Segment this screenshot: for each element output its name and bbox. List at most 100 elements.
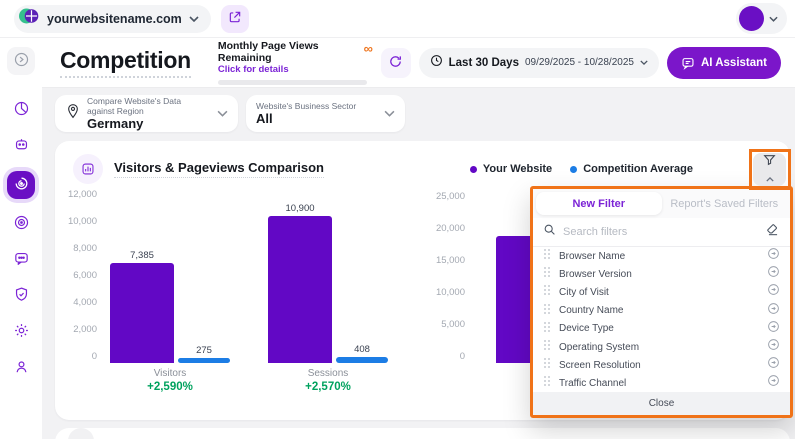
filter-item-country-name[interactable]: Country Name <box>533 302 790 320</box>
chat-bubble-icon <box>13 250 30 270</box>
drag-handle-icon[interactable] <box>543 356 551 374</box>
tab-new-filter[interactable]: New Filter <box>536 192 662 215</box>
arrow-right-circle-icon[interactable] <box>767 356 780 374</box>
right-axis-tick: 20,000 <box>430 223 465 234</box>
legend-item[interactable]: Competition Average <box>570 163 693 175</box>
site-selector[interactable]: yourwebsitename.com <box>14 5 211 33</box>
site-name: yourwebsitename.com <box>47 12 182 26</box>
tab-saved-filters[interactable]: Report's Saved Filters <box>662 192 788 215</box>
drag-handle-icon[interactable] <box>543 320 551 338</box>
filter-item-browser-version[interactable]: Browser Version <box>533 265 790 283</box>
region-pin-icon <box>65 103 81 124</box>
bar-your-website <box>268 216 332 363</box>
ai-chat-icon <box>681 56 695 70</box>
chart-filter-button[interactable] <box>753 153 786 186</box>
sidebar-item-goals[interactable] <box>7 210 35 238</box>
ai-assistant-label: AI Assistant <box>701 57 767 69</box>
page-views-details-link[interactable]: Click for details <box>218 64 367 75</box>
right-axis-tick: 0 <box>430 351 465 362</box>
bar-chart-plot: 12,00010,0008,0006,0004,0002,000025,0002… <box>67 187 537 405</box>
legend-item[interactable]: Your Website <box>470 163 552 175</box>
right-axis-tick: 10,000 <box>430 287 465 298</box>
date-range-picker[interactable]: Last 30 Days 09/29/2025 - 10/28/2025 <box>419 48 659 78</box>
bar-competition-average <box>336 357 388 363</box>
arrow-right-circle-icon[interactable] <box>767 374 780 392</box>
toggle-sidebar-icon <box>13 51 30 71</box>
drag-handle-icon[interactable] <box>543 338 551 356</box>
filter-item-device-type[interactable]: Device Type <box>533 320 790 338</box>
filter-panel-tabs: New Filter Report's Saved Filters <box>533 189 790 218</box>
filter-item-city-of-visit[interactable]: City of Visit <box>533 283 790 301</box>
drag-handle-icon[interactable] <box>543 302 551 320</box>
left-axis-tick: 8,000 <box>67 243 97 254</box>
site-logo-icon <box>18 5 40 32</box>
bar-your-website <box>110 263 174 363</box>
sector-filter[interactable]: Website's Business Sector All <box>246 95 405 132</box>
arrow-right-circle-icon[interactable] <box>767 247 780 265</box>
left-axis-tick: 2,000 <box>67 324 97 335</box>
filter-item-label: Operating System <box>559 342 759 353</box>
drag-handle-icon[interactable] <box>543 265 551 283</box>
ai-assistant-button[interactable]: AI Assistant <box>667 47 781 79</box>
drag-handle-icon[interactable] <box>543 283 551 301</box>
drag-handle-icon[interactable] <box>543 374 551 392</box>
bar-value-label: 408 <box>330 344 394 355</box>
filter-item-browser-name[interactable]: Browser Name <box>533 247 790 265</box>
filter-item-traffic-channel[interactable]: Traffic Channel <box>533 374 790 392</box>
sidebar-item-privacy[interactable] <box>7 282 35 310</box>
filter-item-screen-resolution[interactable]: Screen Resolution <box>533 356 790 374</box>
right-axis-tick: 15,000 <box>430 255 465 266</box>
right-axis-tick: 5,000 <box>430 319 465 330</box>
funnel-icon <box>763 154 776 169</box>
sidebar-item-chat[interactable] <box>7 246 35 274</box>
open-site-button[interactable] <box>221 5 249 33</box>
filter-item-label: Country Name <box>559 305 759 316</box>
user-icon <box>13 358 30 378</box>
sidebar-item-settings[interactable] <box>7 318 35 346</box>
legend-label: Competition Average <box>583 163 693 175</box>
chevron-down-icon <box>189 16 199 22</box>
left-axis-tick: 4,000 <box>67 297 97 308</box>
refresh-icon <box>388 54 403 72</box>
arrow-right-circle-icon[interactable] <box>767 320 780 338</box>
arrow-right-circle-icon[interactable] <box>767 265 780 283</box>
sector-filter-label: Website's Business Sector <box>256 101 356 111</box>
arrow-right-circle-icon[interactable] <box>767 283 780 301</box>
filter-search-row <box>533 218 790 247</box>
chevron-down-icon <box>384 110 395 117</box>
user-menu[interactable] <box>736 3 787 34</box>
sidebar-item-account[interactable] <box>7 354 35 382</box>
shield-check-icon <box>13 286 30 306</box>
right-axis-tick: 25,000 <box>430 191 465 202</box>
arrow-right-circle-icon[interactable] <box>767 338 780 356</box>
avatar <box>739 6 764 31</box>
infinity-value: ∞ <box>364 41 373 56</box>
radar-icon <box>13 175 30 195</box>
page-views-label: Monthly Page Views Remaining <box>218 40 367 64</box>
section-icon-placeholder <box>68 428 94 439</box>
refresh-button[interactable] <box>381 48 411 78</box>
pie-chart-icon <box>13 100 30 120</box>
legend-dot <box>570 166 577 173</box>
clear-eraser-icon[interactable] <box>766 223 780 242</box>
external-link-icon <box>228 10 242 27</box>
sidebar-item-analytics[interactable] <box>7 96 35 124</box>
sidebar-item-competition[interactable] <box>7 171 35 199</box>
top-bar: yourwebsitename.com <box>0 0 795 38</box>
filter-item-label: Traffic Channel <box>559 378 759 389</box>
sidebar-toggle-button[interactable] <box>7 47 35 75</box>
date-preset: Last 30 Days <box>449 57 519 69</box>
drag-handle-icon[interactable] <box>543 247 551 265</box>
close-panel-button[interactable]: Close <box>533 392 790 415</box>
region-filter-value: Germany <box>87 116 209 131</box>
chevron-up-icon <box>766 170 774 185</box>
filter-search-input[interactable] <box>563 226 759 238</box>
region-filter[interactable]: Compare Website's Data against Region Ge… <box>55 95 238 132</box>
bar-value-label: 275 <box>172 345 236 356</box>
sidebar-item-bot[interactable] <box>7 132 35 160</box>
chevron-down-icon <box>217 110 228 117</box>
bar-value-label: 7,385 <box>110 250 174 261</box>
filter-item-operating-system[interactable]: Operating System <box>533 338 790 356</box>
left-axis-tick: 0 <box>67 351 97 362</box>
arrow-right-circle-icon[interactable] <box>767 302 780 320</box>
